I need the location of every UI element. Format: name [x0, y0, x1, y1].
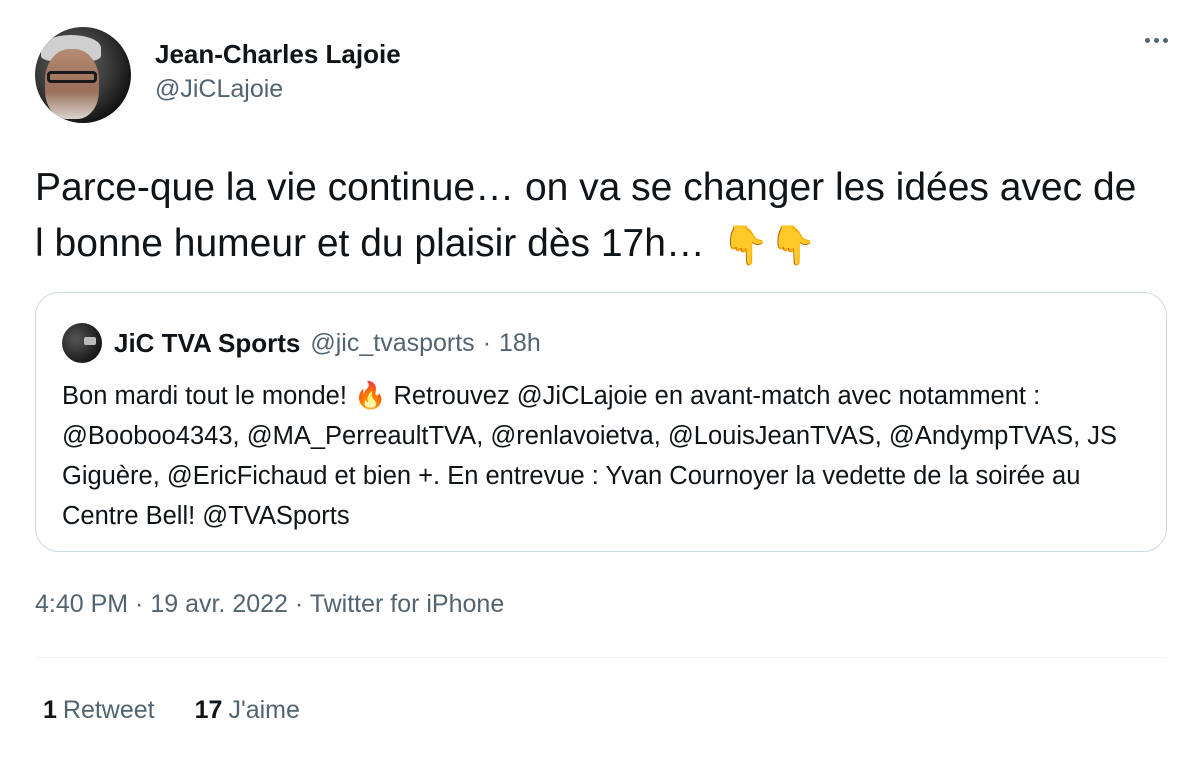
tweet-header: Jean-Charles Lajoie @JiCLajoie — [35, 27, 401, 123]
likes-label: J'aime — [228, 696, 300, 724]
tweet-card: Jean-Charles Lajoie @JiCLajoie Parce-que… — [0, 0, 1190, 760]
more-horizontal-icon[interactable] — [1145, 38, 1168, 43]
pointing-down-emoji: 👇👇 — [721, 224, 817, 267]
retweets-count: 1 — [43, 696, 57, 724]
tweet-text: Parce-que la vie continue… on va se chan… — [35, 160, 1155, 274]
quoted-text: Bon mardi tout le monde! 🔥 Retrouvez @Ji… — [62, 375, 1140, 536]
retweets-stat[interactable]: 1 Retweet — [43, 692, 155, 728]
author-display-name[interactable]: Jean-Charles Lajoie — [155, 39, 401, 69]
quoted-tweet[interactable]: JiC TVA Sports @jic_tvasports · 18h Bon … — [35, 292, 1167, 552]
tweet-body: Parce-que la vie continue… on va se chan… — [35, 166, 1137, 265]
quoted-tweet-header: JiC TVA Sports @jic_tvasports · 18h — [62, 323, 1140, 363]
author-handle[interactable]: @JiCLajoie — [155, 73, 401, 105]
likes-stat[interactable]: 17 J'aime — [195, 692, 300, 728]
author-names: Jean-Charles Lajoie @JiCLajoie — [155, 39, 401, 105]
quoted-text-start: Bon mardi tout le monde! — [62, 382, 347, 410]
tweet-stats: 1 Retweet 17 J'aime — [43, 692, 340, 728]
retweets-label: Retweet — [62, 696, 155, 724]
quoted-timestamp: 18h — [499, 328, 541, 357]
fire-emoji: 🔥 — [354, 380, 387, 410]
divider — [35, 657, 1167, 658]
quoted-handle: @jic_tvasports — [310, 328, 475, 357]
separator-dot: · — [482, 328, 492, 357]
quoted-avatar — [62, 323, 102, 363]
author-avatar[interactable] — [35, 27, 131, 123]
quoted-display-name: JiC TVA Sports — [114, 327, 301, 358]
tweet-meta: 4:40 PM · 19 avr. 2022 · Twitter for iPh… — [35, 590, 505, 618]
likes-count: 17 — [194, 696, 223, 724]
